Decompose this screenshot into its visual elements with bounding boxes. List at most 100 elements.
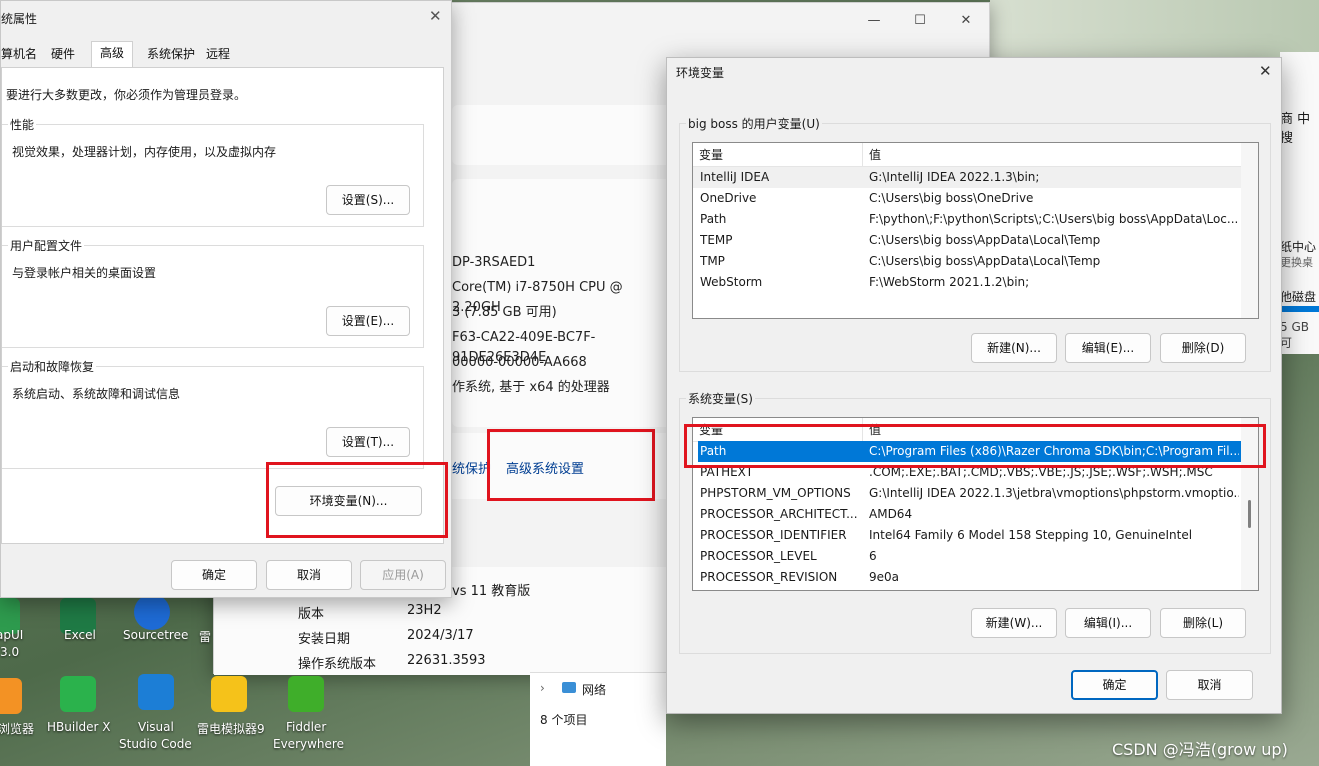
spec-value: 22631.3593 (407, 653, 486, 668)
spec-key: 版本 (298, 607, 325, 622)
system-edit-button[interactable]: 编辑(I)... (1065, 608, 1151, 638)
dialog-title: 环境变量 (676, 66, 725, 80)
cancel-button[interactable]: 取消 (1166, 670, 1253, 700)
system-protection-link[interactable]: 统保护 (452, 458, 491, 477)
var-value: AMD64 (869, 507, 913, 521)
var-value: Intel64 Family 6 Model 158 Stepping 10, … (869, 528, 1193, 542)
close-icon[interactable]: ✕ (429, 7, 442, 25)
desktop-label: 浏览器 (0, 722, 35, 736)
item-count: 8 个项目 (540, 713, 588, 727)
user-variables-group: big boss 的用户变量(U) 变量 值 IntelliJ IDEA G:\I… (679, 115, 1271, 372)
leidian-icon[interactable] (211, 676, 247, 712)
spec-key: 操作系统版本 (298, 657, 377, 672)
profile-settings-button[interactable]: 设置(E)... (326, 306, 410, 336)
tab-computer-name[interactable]: 算机名 (0, 43, 41, 67)
system-new-button[interactable]: 新建(W)... (971, 608, 1057, 638)
var-value: G:\IntelliJ IDEA 2022.1.3\jetbra\vmoptio… (869, 486, 1239, 500)
table-row[interactable]: PROCESSOR_IDENTIFIER Intel64 Family 6 Mod… (693, 525, 1241, 546)
ok-button[interactable]: 确定 (171, 560, 257, 590)
spec-table: 版本 23H2 安装日期 2024/3/17 操作系统版本 22631.3593 (298, 603, 598, 678)
edge-text: 他磁盘 (1280, 290, 1317, 304)
table-row[interactable]: OneDrive C:\Users\big boss\OneDrive (693, 188, 1241, 209)
spec-line: DP-3RSAED1 (452, 255, 536, 270)
desktop-label: Everywhere (273, 737, 344, 751)
sourcetree-icon[interactable] (134, 594, 170, 630)
tab-hardware[interactable]: 硬件 (47, 43, 79, 67)
chevron-right-icon[interactable]: › (540, 681, 545, 695)
spec-line: F63-CA22-409E-BC7F-91DE26E3D4E (452, 330, 596, 365)
scrollbar-thumb[interactable] (1248, 500, 1251, 528)
tab-advanced[interactable]: 高级 (91, 41, 134, 67)
browser-icon[interactable] (0, 678, 22, 714)
var-name: PROCESSOR_LEVEL (700, 549, 817, 563)
table-row[interactable]: TMP C:\Users\big boss\AppData\Local\Temp (693, 251, 1241, 272)
user-delete-button[interactable]: 删除(D) (1160, 333, 1246, 363)
tab-system-protection[interactable]: 系统保护 (143, 43, 199, 67)
spec-line: 作系统, 基于 x64 的处理器 (452, 380, 610, 395)
table-row[interactable]: Path F:\python\;F:\python\Scripts\;C:\Use… (693, 209, 1241, 230)
spec-value: 2024/3/17 (407, 628, 474, 643)
maximize-icon[interactable]: ☐ (900, 9, 940, 33)
group-desc: 系统启动、系统故障和调试信息 (12, 387, 181, 401)
performance-group: 性能 视觉效果，处理器计划，内存使用，以及虚拟内存 设置(S)... (2, 116, 424, 227)
search-text: 商 中搜 (1280, 112, 1311, 146)
user-new-button[interactable]: 新建(N)... (971, 333, 1057, 363)
device-specs: DP-3RSAED1 Core(TM) i7-8750H CPU @ 2.20G… (452, 253, 672, 403)
table-row[interactable]: PROCESSOR_REVISION 9e0a (693, 567, 1241, 588)
table-row[interactable]: IntelliJ IDEA G:\IntelliJ IDEA 2022.1.3\b… (693, 167, 1241, 188)
var-name: TMP (700, 254, 725, 268)
var-value: 6 (869, 549, 877, 563)
table-row[interactable]: TEMP C:\Users\big boss\AppData\Local\Temp (693, 230, 1241, 251)
user-profile-group: 用户配置文件 与登录帐户相关的桌面设置 设置(E)... (2, 237, 424, 348)
user-edit-button[interactable]: 编辑(E)... (1065, 333, 1151, 363)
table-row[interactable]: WebStorm F:\WebStorm 2021.1.2\bin; (693, 272, 1241, 293)
table-row[interactable]: PROCESSOR_LEVEL 6 (693, 546, 1241, 567)
tab-remote[interactable]: 远程 (202, 43, 234, 67)
desktop-label: apUI (0, 628, 24, 642)
var-name: PROCESSOR_IDENTIFIER (700, 528, 847, 542)
var-value: C:\Users\big boss\AppData\Local\Temp (869, 254, 1101, 268)
table-row[interactable]: PHPSTORM_VM_OPTIONS G:\IntelliJ IDEA 2022… (693, 483, 1241, 504)
network-label[interactable]: 网络 (582, 681, 606, 698)
group-title: 系统变量(S) (686, 390, 755, 407)
apply-button[interactable]: 应用(A) (360, 560, 446, 590)
table-row[interactable]: PROCESSOR_ARCHITECT... AMD64 (693, 504, 1241, 525)
spec-line: 00000-00000-AA668 (452, 355, 587, 370)
tab-bar: 算机名 硬件 高级 系统保护 远程 (0, 41, 453, 67)
var-name: PHPSTORM_VM_OPTIONS (700, 486, 851, 500)
vscode-icon[interactable] (138, 674, 174, 710)
desktop-label: Sourcetree (123, 628, 189, 642)
column-header-variable[interactable]: 变量 (693, 143, 863, 167)
performance-settings-button[interactable]: 设置(S)... (326, 185, 410, 215)
watermark: CSDN @冯浩(grow up) (1112, 740, 1288, 759)
desktop-label: HBuilder X (47, 720, 111, 734)
var-value: F:\WebStorm 2021.1.2\bin; (869, 275, 1030, 289)
edge-text: 5 GB 可 (1280, 320, 1309, 350)
list-header: 变量 值 (693, 143, 1258, 167)
highlight-box (266, 462, 448, 538)
scrollbar[interactable] (1241, 143, 1258, 318)
var-name: PROCESSOR_REVISION (700, 570, 838, 584)
os-edition: vs 11 教育版 (452, 584, 531, 599)
var-name: TEMP (700, 233, 733, 247)
edge-text: 纸中心 (1280, 240, 1317, 254)
startup-settings-button[interactable]: 设置(T)... (326, 427, 410, 457)
minimize-icon[interactable]: — (854, 9, 894, 33)
group-title: 启动和故障恢复 (8, 358, 97, 375)
close-icon[interactable]: ✕ (1259, 62, 1272, 80)
user-variables-list[interactable]: 变量 值 IntelliJ IDEA G:\IntelliJ IDEA 2022.… (692, 142, 1259, 319)
var-value: G:\IntelliJ IDEA 2022.1.3\bin; (869, 170, 1040, 184)
fiddler-icon[interactable] (288, 676, 324, 712)
system-delete-button[interactable]: 删除(L) (1160, 608, 1246, 638)
group-desc: 视觉效果，处理器计划，内存使用，以及虚拟内存 (12, 145, 277, 159)
column-header-value[interactable]: 值 (863, 143, 881, 167)
admin-note: 要进行大多数更改，你必须作为管理员登录。 (6, 88, 247, 102)
close-icon[interactable]: ✕ (946, 9, 986, 33)
ok-button[interactable]: 确定 (1071, 670, 1158, 700)
var-value: C:\Users\big boss\AppData\Local\Temp (869, 233, 1101, 247)
cancel-button[interactable]: 取消 (266, 560, 352, 590)
highlight-box (684, 424, 1266, 468)
hbuilder-icon[interactable] (60, 676, 96, 712)
spec-line: 3 (7.85 GB 可用) (452, 305, 557, 320)
disk-bar (1280, 306, 1319, 312)
